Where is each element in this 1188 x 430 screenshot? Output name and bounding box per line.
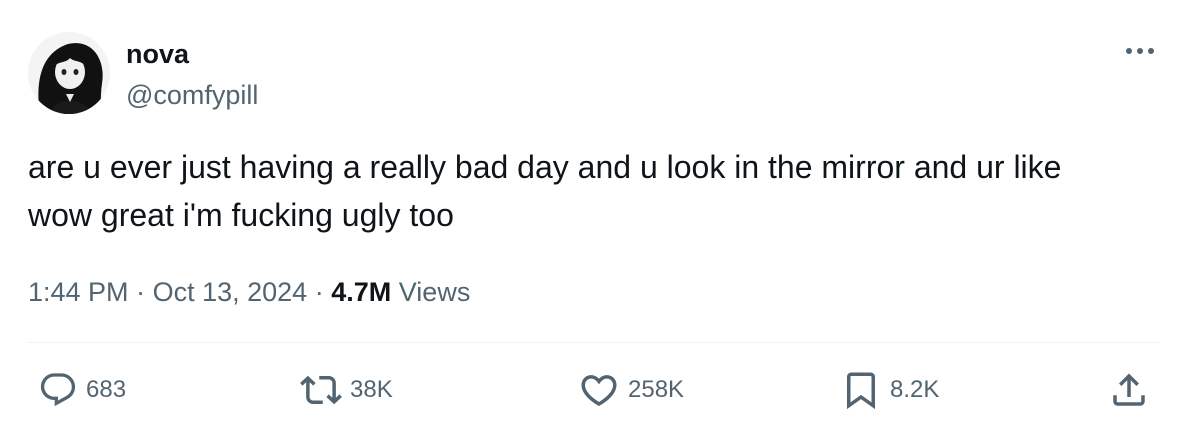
- repost-icon: [300, 375, 342, 405]
- bookmark-button[interactable]: 8.2K: [840, 368, 939, 412]
- share-button[interactable]: [1108, 368, 1150, 412]
- share-icon: [1113, 373, 1145, 406]
- meta-separator: ·: [136, 277, 146, 307]
- views-label: Views: [398, 277, 471, 307]
- avatar-image: [28, 32, 110, 114]
- tweet-card: nova @comfypill are u ever just having a…: [0, 0, 1188, 430]
- repost-button[interactable]: 38K: [300, 368, 393, 412]
- tweet-time[interactable]: 1:44 PM: [28, 277, 129, 307]
- divider: [28, 342, 1160, 343]
- like-count: 258K: [628, 376, 685, 403]
- reply-icon: [40, 373, 76, 407]
- author-block: nova @comfypill: [126, 38, 258, 112]
- more-icon: [1126, 48, 1154, 54]
- heart-icon: [581, 375, 617, 407]
- reply-button[interactable]: 683: [38, 368, 126, 412]
- more-button[interactable]: [1120, 36, 1160, 66]
- user-handle[interactable]: @comfypill: [126, 78, 258, 112]
- display-name[interactable]: nova: [126, 38, 258, 70]
- tweet-meta: 1:44 PM · Oct 13, 2024 · 4.7M Views: [28, 272, 470, 312]
- tweet-text: are u ever just having a really bad day …: [28, 149, 1062, 233]
- meta-separator: ·: [314, 277, 324, 307]
- like-button[interactable]: 258K: [578, 368, 684, 412]
- avatar[interactable]: [28, 32, 110, 114]
- bookmark-count: 8.2K: [890, 376, 940, 403]
- bookmark-icon: [847, 372, 875, 410]
- repost-count: 38K: [350, 376, 393, 403]
- views-count: 4.7M: [331, 277, 392, 307]
- tweet-date[interactable]: Oct 13, 2024: [153, 277, 308, 307]
- reply-count: 683: [86, 376, 127, 403]
